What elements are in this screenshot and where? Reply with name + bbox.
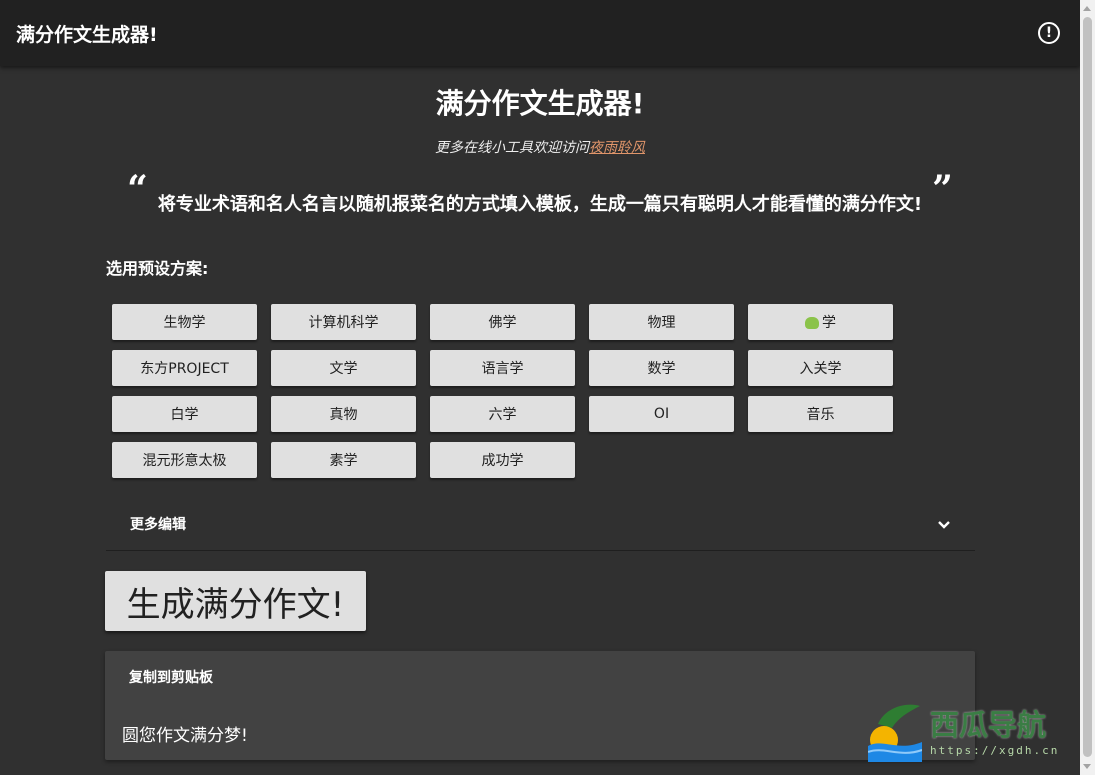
preset-button-biology[interactable]: 生物学 [112,304,257,340]
copy-to-clipboard-button[interactable]: 复制到剪贴板 [129,667,213,687]
expander-label: 更多编辑 [130,517,186,533]
info-icon[interactable]: ! [1038,22,1060,44]
preset-button-label: 学 [822,315,836,331]
preset-button-taiji[interactable]: 混元形意太极 [112,442,257,478]
app-title: 满分作文生成器! [16,23,158,46]
watermark-url: https://xgdh.cn [930,744,1060,757]
page-title: 满分作文生成器! [435,87,645,120]
tagline: “ 将专业术语和名人名言以随机报菜名的方式填入模板，生成一篇只有聪明人才能看懂的… [85,168,995,216]
preset-button-buddhism[interactable]: 佛学 [430,304,575,340]
scroll-up-icon[interactable] [1083,6,1091,11]
preset-button-ruguan[interactable]: 入关学 [748,350,893,386]
subtitle: 更多在线小工具欢迎访问夜雨聆风 [0,137,1080,157]
frog-icon [805,317,819,329]
result-card: 复制到剪贴板 圆您作文满分梦! [105,651,975,760]
preset-button-frog-studies[interactable]: 学 [748,304,893,340]
preset-grid: 生物学 计算机科学 佛学 物理 学 东方PROJECT 文学 语言学 数学 入关… [112,304,902,478]
scrollbar[interactable] [1080,0,1095,775]
preset-button-suxue[interactable]: 素学 [271,442,416,478]
main-content: 满分作文生成器! 更多在线小工具欢迎访问夜雨聆风 “ 将专业术语和名人名言以随机… [0,66,1080,775]
app-bar: 满分作文生成器! ! [0,0,1080,66]
preset-button-physics[interactable]: 物理 [589,304,734,340]
watermelon-logo-icon [868,704,922,762]
watermark: 西瓜导航 https://xgdh.cn [868,702,1078,764]
preset-button-zhenwu[interactable]: 真物 [271,396,416,432]
preset-label: 选用预设方案: [106,259,209,278]
preset-button-computer-science[interactable]: 计算机科学 [271,304,416,340]
preset-button-baixue[interactable]: 白学 [112,396,257,432]
preset-button-literature[interactable]: 文学 [271,350,416,386]
preset-button-liuxue[interactable]: 六学 [430,396,575,432]
preset-button-linguistics[interactable]: 语言学 [430,350,575,386]
essay-output: 圆您作文满分梦! [122,726,248,746]
author-link[interactable]: 夜雨聆风 [589,140,645,156]
watermark-name: 西瓜导航 [930,708,1047,742]
preset-button-oi[interactable]: OI [589,396,734,432]
scroll-thumb[interactable] [1083,17,1092,757]
generate-button[interactable]: 生成满分作文! [105,571,366,631]
preset-button-success[interactable]: 成功学 [430,442,575,478]
tagline-text: 将专业术语和名人名言以随机报菜名的方式填入模板，生成一篇只有聪明人才能看懂的满分… [157,194,923,215]
subtitle-text: 更多在线小工具欢迎访问 [435,140,589,156]
preset-button-music[interactable]: 音乐 [748,396,893,432]
close-quote-mark: ” [932,168,953,210]
chevron-down-icon [937,515,951,534]
open-quote-mark: “ [127,168,148,210]
more-edit-expander[interactable]: 更多编辑 [106,498,975,551]
scroll-down-icon[interactable] [1083,764,1091,769]
preset-button-math[interactable]: 数学 [589,350,734,386]
preset-button-touhou[interactable]: 东方PROJECT [112,350,257,386]
